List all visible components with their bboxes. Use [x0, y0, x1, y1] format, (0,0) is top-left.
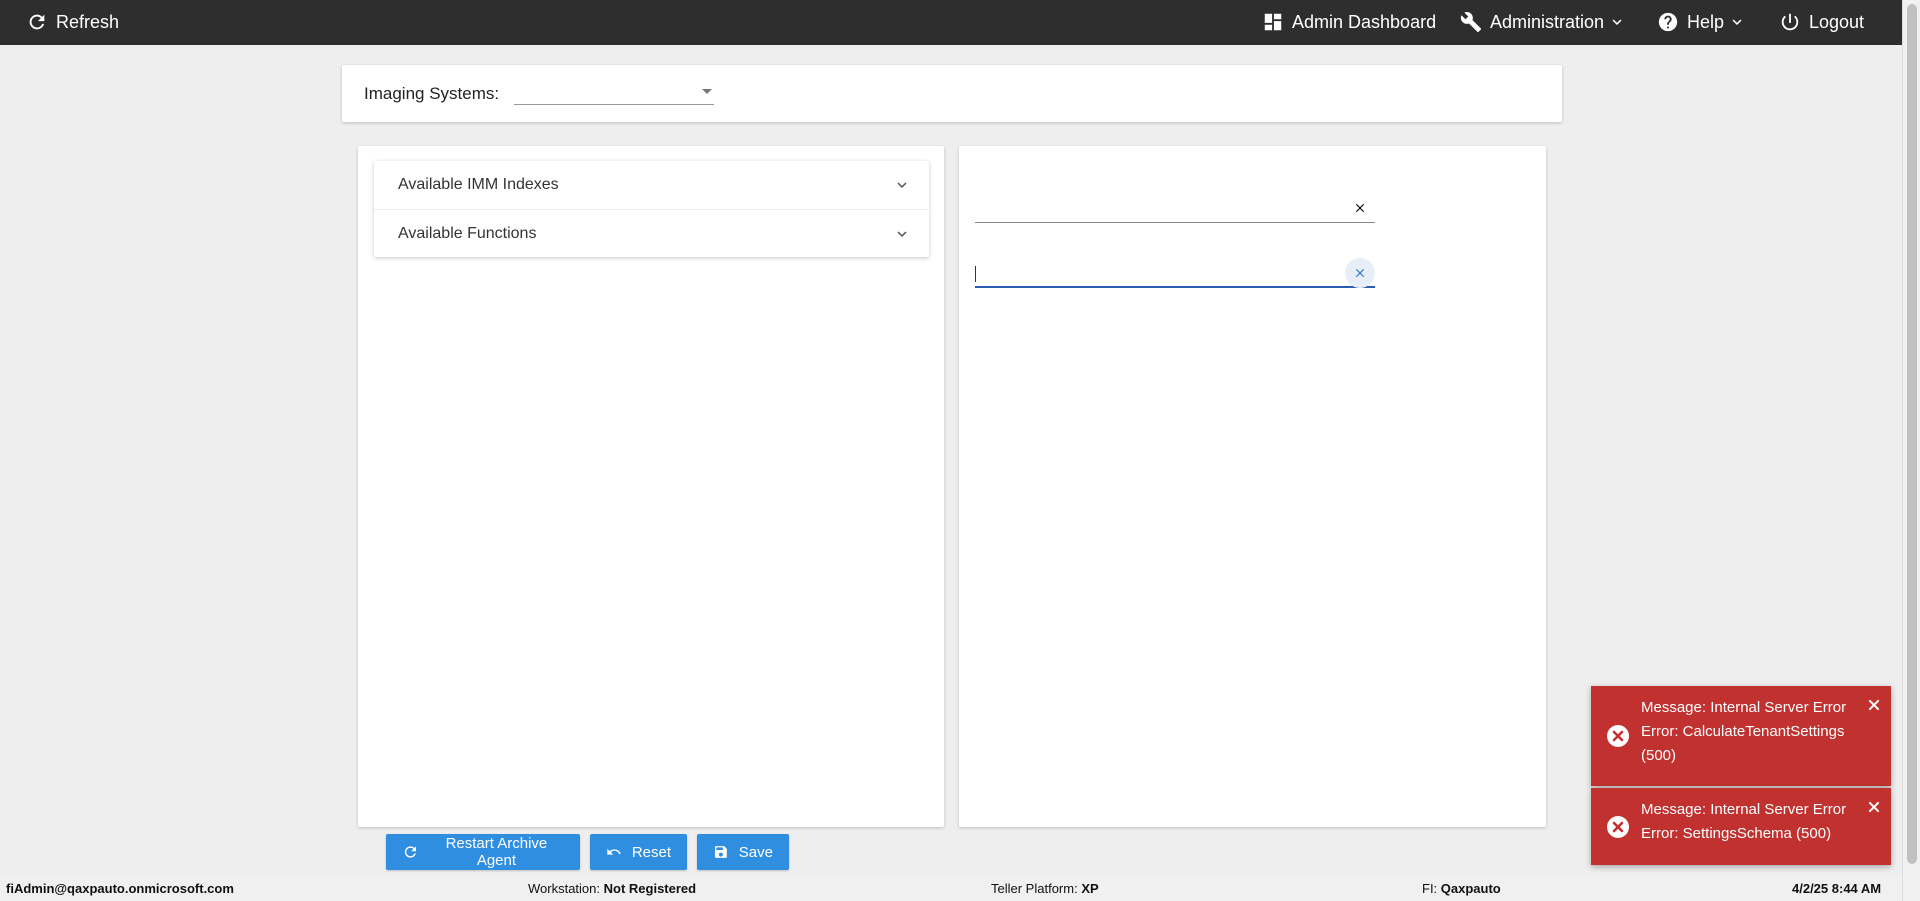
imaging-systems-label: Imaging Systems: — [364, 84, 500, 103]
dropdown-caret-icon — [702, 89, 712, 94]
refresh-button[interactable]: Refresh — [26, 11, 119, 33]
page-scrollbar[interactable] — [1902, 0, 1920, 901]
logout-label: Logout — [1809, 11, 1865, 32]
status-bar: fiAdmin@qaxpauto.onmicrosoft.com Worksta… — [0, 876, 1902, 901]
administration-label: Administration — [1490, 11, 1605, 32]
chevron-down-icon — [897, 231, 907, 237]
help-icon — [1658, 12, 1678, 32]
error-toast: Message: Internal Server Error Error: Se… — [1591, 788, 1891, 865]
refresh-label: Refresh — [56, 11, 120, 32]
error-icon — [1607, 725, 1629, 747]
help-label: Help — [1687, 11, 1725, 32]
reset-label: Reset — [631, 843, 671, 861]
save-icon — [714, 846, 727, 858]
refresh-icon — [29, 14, 45, 30]
text-input-1[interactable] — [975, 193, 1335, 221]
help-menu[interactable]: Help — [1657, 11, 1746, 33]
close-icon[interactable] — [1867, 698, 1881, 712]
reset-button[interactable]: Reset — [590, 834, 687, 870]
close-icon — [1355, 203, 1365, 213]
accordion-item-label: Available Functions — [398, 224, 537, 242]
error-icon — [1607, 816, 1629, 838]
admin-dashboard-label: Admin Dashboard — [1292, 11, 1437, 32]
scrollbar-thumb[interactable] — [1907, 4, 1917, 864]
restart-archive-agent-label: Restart Archive Agent — [445, 835, 548, 869]
save-label: Save — [738, 843, 773, 861]
left-panel: Available IMM Indexes Available Function… — [358, 146, 944, 827]
admin-dashboard-button[interactable]: Admin Dashboard — [1262, 11, 1436, 33]
text-field-2 — [975, 258, 1375, 288]
save-button[interactable]: Save — [697, 834, 789, 870]
footer-fi: FI: Qaxpauto — [1422, 881, 1501, 896]
chevron-down-icon — [1732, 19, 1742, 25]
footer-datetime: 4/2/25 8:44 AM — [1792, 881, 1882, 896]
wrench-icon — [1460, 12, 1482, 33]
logout-button[interactable]: Logout — [1779, 11, 1864, 33]
close-icon — [1355, 268, 1365, 278]
imaging-systems-card: Imaging Systems: — [342, 65, 1562, 122]
accordion-item-label: Available IMM Indexes — [398, 176, 559, 193]
top-navigation-bar: Refresh Admin Dashboard Administration H… — [0, 0, 1902, 45]
clear-field-button[interactable] — [1345, 193, 1375, 223]
accordion-item-functions[interactable]: Available Functions — [374, 209, 929, 257]
error-toast-message: Message: Internal Server Error Error: Se… — [1641, 801, 1847, 842]
chevron-down-icon — [897, 182, 907, 188]
text-cursor — [975, 266, 976, 282]
footer-teller-platform: Teller Platform: XP — [991, 881, 1099, 896]
error-toast-message: Message: Internal Server Error Error: Ca… — [1641, 699, 1847, 764]
restart-archive-agent-button[interactable]: Restart Archive Agent — [386, 834, 580, 870]
administration-menu[interactable]: Administration — [1460, 11, 1626, 33]
clear-field-button[interactable] — [1345, 258, 1375, 288]
right-panel — [959, 146, 1546, 827]
accordion-item-imm-indexes[interactable]: Available IMM Indexes — [374, 161, 929, 209]
accordion: Available IMM Indexes Available Function… — [374, 161, 929, 257]
refresh-icon — [404, 846, 417, 858]
dashboard-icon — [1264, 13, 1282, 31]
footer-user: fiAdmin@qaxpauto.onmicrosoft.com — [6, 881, 234, 896]
text-field-1 — [975, 193, 1375, 223]
undo-icon — [607, 848, 621, 855]
footer-workstation: Workstation: Not Registered — [528, 881, 697, 896]
imaging-systems-select[interactable] — [514, 81, 714, 105]
text-input-2[interactable] — [975, 258, 1335, 286]
close-icon[interactable] — [1867, 800, 1881, 814]
error-toast: Message: Internal Server Error Error: Ca… — [1591, 686, 1891, 786]
chevron-down-icon — [1612, 19, 1622, 25]
power-icon — [1781, 13, 1799, 31]
